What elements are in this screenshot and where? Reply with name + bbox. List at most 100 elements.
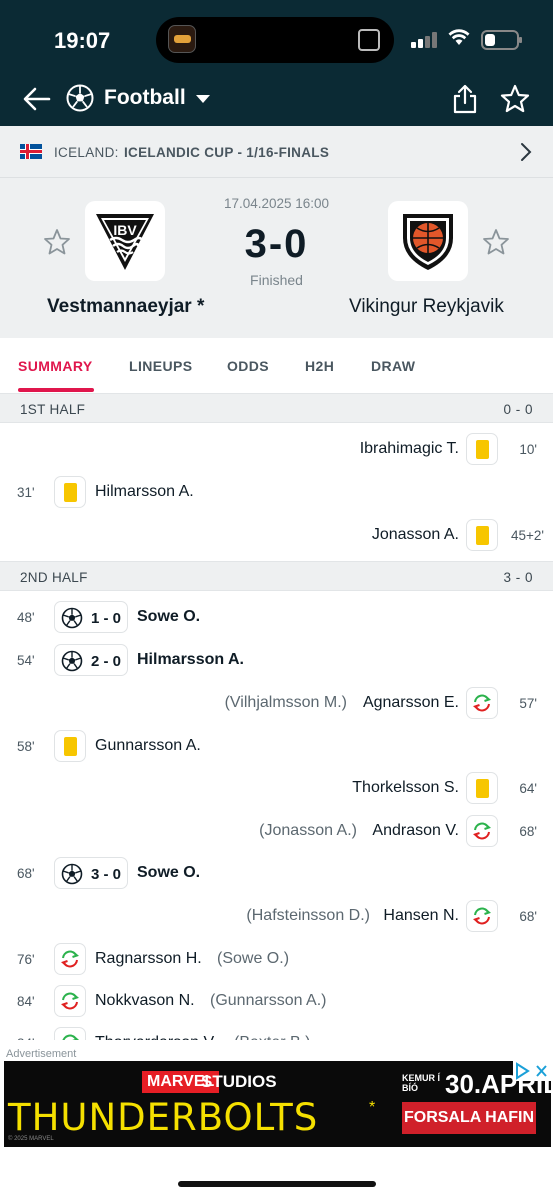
cellular-signal-icon — [411, 32, 437, 48]
event-row[interactable]: 54' 2 - 0 Hilmarsson A. — [0, 639, 553, 681]
away-favorite-star-icon[interactable] — [482, 228, 510, 256]
away-team-name[interactable]: Vikingur Reykjavik — [349, 296, 504, 318]
advertisement-banner[interactable]: MARVEL STUDIOS THUNDERBOLTS * KEMUR Í BÍ… — [4, 1061, 551, 1147]
ad-label: Advertisement — [6, 1048, 77, 1060]
away-team-logo[interactable] — [388, 201, 468, 281]
event-assist: (Vilhjalmsson M.) — [224, 694, 347, 711]
home-indicator[interactable] — [178, 1181, 376, 1187]
favorite-star-icon[interactable] — [500, 84, 530, 114]
event-row[interactable]: (Jonasson A.) Andrason V. 68' — [0, 810, 553, 852]
match-tabs: SUMMARY LINEUPS ODDS H2H DRAW — [0, 338, 553, 394]
adchoices-icon — [516, 1062, 530, 1080]
match-score: 3-0 — [244, 222, 309, 266]
event-minute: 57' — [519, 696, 537, 711]
yellow-card-icon — [466, 433, 498, 465]
event-minute: 48' — [17, 610, 35, 625]
battery-icon — [481, 30, 522, 50]
section-label: 1ST HALF — [20, 402, 86, 417]
home-team-name[interactable]: Vestmannaeyjar * — [47, 296, 204, 318]
goal-badge: 2 - 0 — [54, 644, 128, 676]
ad-studios: STUDIOS — [201, 1072, 277, 1091]
match-header: IBV 17.04.2025 16:00 3-0 Finished Vestma… — [0, 178, 553, 338]
goal-badge: 1 - 0 — [54, 601, 128, 633]
event-assist: (Jonasson A.) — [259, 822, 357, 839]
event-player: Andrason V. — [372, 822, 459, 839]
event-player: Agnarsson E. — [362, 694, 459, 711]
event-player: Jonasson A. — [371, 526, 459, 543]
event-minute: 68' — [519, 824, 537, 839]
event-assist: (Hafsteinsson D.) — [246, 907, 370, 924]
tab-h2h[interactable]: H2H — [305, 358, 334, 374]
event-row[interactable]: 68' 3 - 0 Sowe O. — [0, 852, 553, 894]
event-row[interactable]: 76' Ragnarsson H. (Sowe O.) — [0, 938, 553, 980]
yellow-card-icon — [54, 476, 86, 508]
chevron-down-icon[interactable] — [196, 95, 210, 103]
ad-choices[interactable] — [513, 1061, 551, 1081]
event-row[interactable]: (Vilhjalmsson M.) Agnarsson E. 57' — [0, 682, 553, 724]
yellow-card-icon — [466, 772, 498, 804]
event-player: Hansen N. — [383, 907, 459, 924]
tab-summary[interactable]: SUMMARY — [18, 358, 93, 374]
goal-ball-icon — [61, 607, 83, 629]
tab-odds[interactable]: ODDS — [227, 358, 269, 374]
substitution-icon — [466, 815, 498, 847]
dynamic-island — [156, 17, 394, 63]
event-minute: 45+2' — [511, 528, 544, 543]
event-minute: 64' — [519, 781, 537, 796]
tab-lineups[interactable]: LINEUPS — [129, 358, 192, 374]
event-assist: (Gunnarsson A.) — [210, 992, 327, 1009]
event-row[interactable]: 84' Nokkvason N. (Gunnarsson A.) — [0, 980, 553, 1022]
goal-badge: 3 - 0 — [54, 857, 128, 889]
event-player: Ragnarsson H. — [95, 950, 202, 967]
back-arrow-icon[interactable] — [22, 84, 52, 114]
event-row[interactable]: 48' 1 - 0 Sowe O. — [0, 596, 553, 638]
vikingur-crest-icon — [403, 214, 453, 270]
status-time: 19:07 — [54, 28, 111, 53]
event-row[interactable]: Ibrahimagic T. 10' — [0, 428, 553, 470]
first-half-header: 1ST HALF 0 - 0 — [0, 393, 553, 423]
chevron-right-icon[interactable] — [520, 142, 532, 162]
wifi-icon — [448, 29, 470, 45]
league-bar[interactable]: ICELAND: ICELANDIC CUP - 1/16-FINALS — [0, 126, 553, 178]
event-minute: 58' — [17, 739, 35, 754]
section-score: 3 - 0 — [503, 570, 533, 585]
league-name: ICELANDIC CUP - 1/16-FINALS — [124, 145, 330, 160]
live-activity-app-icon — [168, 25, 196, 53]
event-row[interactable]: 31' Hilmarsson A. — [0, 471, 553, 513]
active-tab-indicator — [18, 388, 94, 392]
event-player: Hilmarsson A. — [95, 483, 194, 500]
event-player: Nokkvason N. — [95, 992, 195, 1009]
live-activity-status-icon — [358, 29, 380, 51]
substitution-icon — [466, 687, 498, 719]
yellow-card-icon — [466, 519, 498, 551]
event-minute: 76' — [17, 952, 35, 967]
iceland-flag-icon — [20, 144, 42, 159]
event-assist: (Sowe O.) — [217, 950, 290, 967]
tab-draw[interactable]: DRAW — [371, 358, 415, 374]
ad-kemur: KEMUR Í BÍÓ — [402, 1073, 440, 1093]
match-datetime: 17.04.2025 16:00 — [223, 196, 330, 211]
event-player: Thorkelsson S. — [352, 779, 459, 796]
yellow-card-icon — [54, 730, 86, 762]
goal-score: 3 - 0 — [91, 866, 122, 883]
app-header: 19:07 Football — [0, 0, 553, 126]
second-half-header: 2ND HALF 3 - 0 — [0, 561, 553, 591]
event-minute: 31' — [17, 485, 35, 500]
event-player: Gunnarsson A. — [95, 737, 201, 754]
match-status: Finished — [250, 272, 303, 288]
event-row[interactable]: Jonasson A. 45+2' — [0, 514, 553, 556]
event-player: Sowe O. — [137, 864, 201, 881]
share-icon[interactable] — [452, 84, 478, 114]
ad-copyright: © 2025 MARVEL — [8, 1136, 54, 1142]
football-icon[interactable] — [66, 84, 94, 112]
event-minute: 68' — [17, 866, 35, 881]
sport-selector[interactable]: Football — [104, 86, 186, 110]
section-score: 0 - 0 — [503, 402, 533, 417]
league-country: ICELAND: — [54, 145, 119, 160]
event-player: Hilmarsson A. — [137, 651, 244, 668]
event-row[interactable]: (Hafsteinsson D.) Hansen N. 68' — [0, 895, 553, 937]
event-row[interactable]: 58' Gunnarsson A. — [0, 725, 553, 767]
substitution-icon — [466, 900, 498, 932]
goal-score: 1 - 0 — [91, 610, 122, 627]
event-row[interactable]: Thorkelsson S. 64' — [0, 767, 553, 809]
